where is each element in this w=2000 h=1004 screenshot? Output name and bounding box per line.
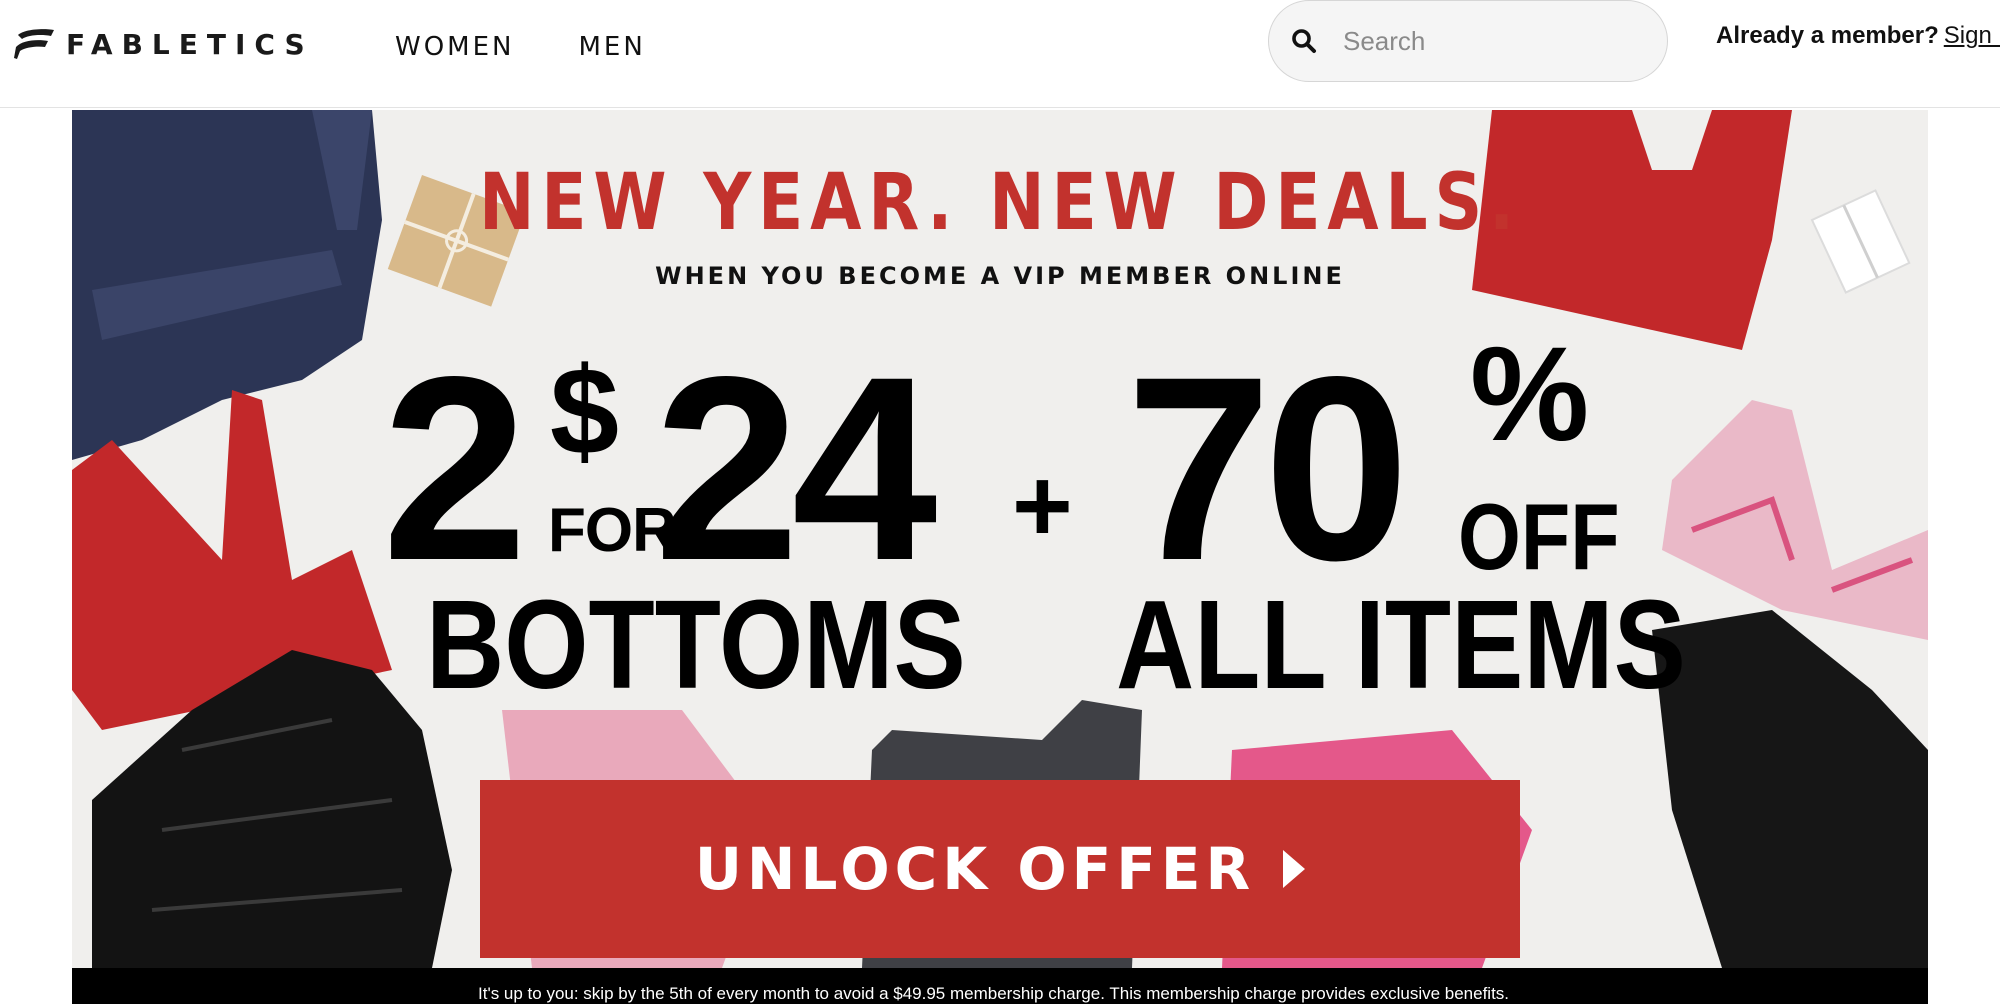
member-prompt: Already a member? xyxy=(1716,22,1939,49)
plus-sign: + xyxy=(1012,448,1073,564)
search-input[interactable] xyxy=(1343,25,1633,57)
hero-subline: WHEN YOU BECOME A VIP MEMBER ONLINE xyxy=(655,262,1345,290)
play-arrow-icon xyxy=(1283,850,1306,888)
main-nav: WOMEN MEN xyxy=(393,28,648,66)
brand-logo-icon xyxy=(14,29,54,59)
offer-discount-amount: 70 xyxy=(1126,322,1409,615)
search-bar[interactable] xyxy=(1268,0,1668,82)
black-leather-joggers-image xyxy=(1652,610,1928,968)
membership-disclaimer-bar: It's up to you: skip by the 5th of every… xyxy=(72,968,1928,1004)
brand-name: FABLETICS xyxy=(66,27,314,61)
offer-price: 24 xyxy=(654,322,937,615)
offer-right-category: ALL ITEMS xyxy=(1116,574,1686,715)
nav-item-men[interactable]: MEN xyxy=(576,28,647,66)
pink-print-bralette-image xyxy=(1662,400,1928,640)
hero-banner[interactable]: NEW YEAR. NEW DEALS. WHEN YOU BECOME A V… xyxy=(72,110,1928,968)
offer-quantity: 2 xyxy=(382,322,528,615)
member-signin-area: Already a member?Sign In xyxy=(1716,22,2000,50)
hero-headline: NEW YEAR. NEW DEALS. xyxy=(479,158,1521,248)
offer-left-category: BOTTOMS xyxy=(426,574,966,715)
site-header: FABLETICS WOMEN MEN Already a member?Sig… xyxy=(0,0,2000,108)
offer-percent-sign: % xyxy=(1470,320,1590,469)
nav-item-women[interactable]: WOMEN xyxy=(393,28,516,66)
sign-in-link[interactable]: Sign In xyxy=(1944,22,2000,49)
offer-currency: $ xyxy=(550,343,619,481)
offer-off-label: OFF xyxy=(1458,484,1620,589)
unlock-offer-button[interactable]: UNLOCK OFFER xyxy=(480,780,1520,958)
brand-logo[interactable]: FABLETICS xyxy=(14,22,314,66)
search-icon[interactable] xyxy=(1291,28,1317,54)
membership-disclaimer-text: It's up to you: skip by the 5th of every… xyxy=(478,984,1510,1003)
unlock-offer-label: UNLOCK OFFER xyxy=(694,835,1256,903)
